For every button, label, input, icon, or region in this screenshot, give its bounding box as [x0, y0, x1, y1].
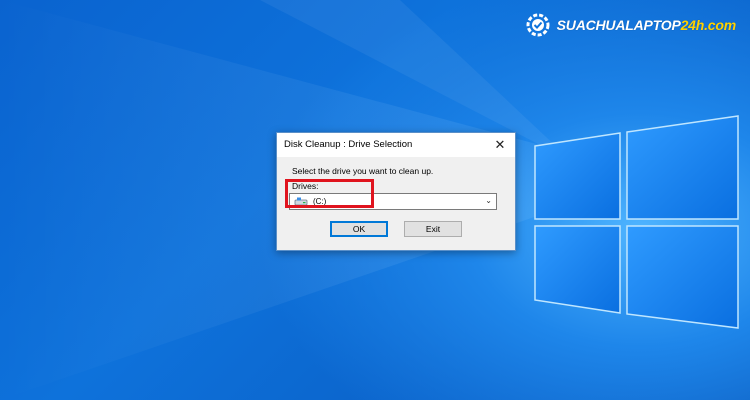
logo-main: SUACHUALAPTOP — [556, 17, 681, 33]
gear-check-icon — [526, 13, 550, 37]
logo-text: SUACHUALAPTOP24h.com — [556, 17, 737, 33]
dialog-titlebar: Disk Cleanup : Drive Selection ✕ — [277, 133, 515, 157]
close-icon: ✕ — [494, 137, 506, 152]
prompt-text: Select the drive you want to clean up. — [292, 166, 434, 176]
site-logo: SUACHUALAPTOP24h.com — [525, 8, 736, 42]
ok-button[interactable]: OK — [330, 221, 388, 237]
exit-button[interactable]: Exit — [404, 221, 462, 237]
close-button[interactable]: ✕ — [485, 133, 515, 157]
dialog-title: Disk Cleanup : Drive Selection — [284, 139, 413, 150]
chevron-down-icon: ⌄ — [485, 196, 492, 205]
red-highlight-box — [285, 179, 374, 208]
logo-accent: 24h.com — [680, 17, 737, 33]
windows-logo-icon — [534, 115, 739, 329]
